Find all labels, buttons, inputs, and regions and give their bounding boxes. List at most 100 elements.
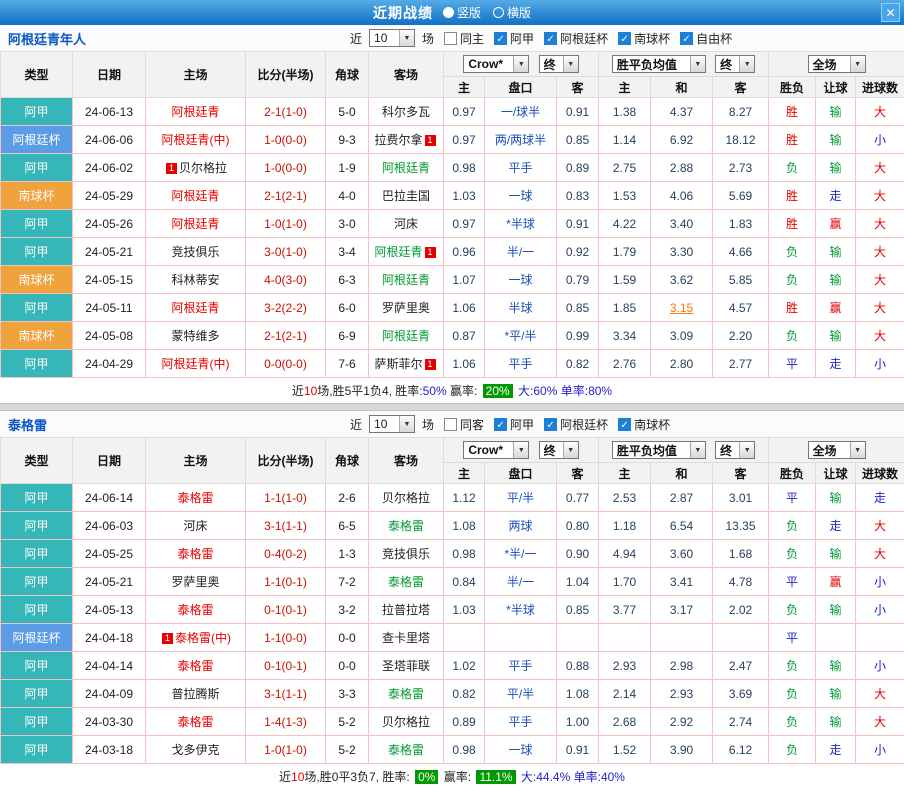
summary-part: 60% [533, 384, 557, 398]
europe-odds-away: 4.57 [713, 294, 769, 322]
team-name: 普拉腾斯 [171, 687, 219, 701]
europe-final-select[interactable]: 终▼ [715, 55, 755, 73]
league-type: 阿甲 [1, 484, 73, 512]
europe-odds-away: 1.83 [713, 210, 769, 238]
match-corners: 1-9 [326, 154, 369, 182]
asia-odds-home: 0.98 [444, 540, 485, 568]
checkbox-unchecked-icon[interactable] [444, 418, 457, 431]
col-home: 主场 [146, 52, 246, 98]
league-type: 阿甲 [1, 568, 73, 596]
filter-checkbox-同客[interactable]: 同客 [444, 416, 484, 433]
result-handicap: 输 [816, 652, 856, 680]
checkbox-checked-icon[interactable]: ✓ [618, 32, 631, 45]
table-row: 阿根廷杯24-06-06阿根廷青(中)1-0(0-0)9-3拉费尔拿10.97两… [1, 126, 904, 154]
scope-select[interactable]: 全场▼ [808, 441, 866, 459]
team-name: 阿根廷青 [171, 301, 219, 315]
asia-odds-away: 0.92 [557, 238, 599, 266]
result-winlose: 负 [769, 652, 816, 680]
chevron-down-icon: ▼ [850, 56, 865, 72]
result-goals: 小 [856, 652, 904, 680]
near-label: 近 [350, 416, 362, 433]
asia-odds-away: 0.85 [557, 596, 599, 624]
filter-checkbox-阿根廷杯[interactable]: ✓阿根廷杯 [544, 416, 608, 433]
match-corners: 3-0 [326, 210, 369, 238]
odds-provider-select[interactable]: Crow*▼ [463, 441, 529, 459]
checkbox-checked-icon[interactable]: ✓ [618, 418, 631, 431]
europe-odds-home: 1.53 [599, 182, 651, 210]
filter-checkbox-阿甲[interactable]: ✓阿甲 [494, 416, 534, 433]
europe-odds-home: 1.38 [599, 98, 651, 126]
odds-final-select[interactable]: 终▼ [539, 441, 579, 459]
filter-checkbox-阿根廷杯[interactable]: ✓阿根廷杯 [544, 30, 608, 47]
europe-odds-home: 2.53 [599, 484, 651, 512]
chevron-down-icon: ▼ [563, 56, 578, 72]
table-row: 阿甲24-04-29阿根廷青(中)0-0(0-0)7-6萨斯菲尔11.06平手0… [1, 350, 904, 378]
filter-checkbox-南球杯[interactable]: ✓南球杯 [618, 416, 670, 433]
team-title: 泰格雷 [8, 415, 47, 434]
europe-odds-draw: 3.62 [651, 266, 713, 294]
checkbox-unchecked-icon[interactable] [444, 32, 457, 45]
match-date: 24-04-14 [73, 652, 146, 680]
match-date: 24-06-03 [73, 512, 146, 540]
checkbox-checked-icon[interactable]: ✓ [544, 32, 557, 45]
team-name: 查卡里塔 [382, 631, 430, 645]
checkbox-checked-icon[interactable]: ✓ [680, 32, 693, 45]
europe-odds-draw: 2.93 [651, 680, 713, 708]
europe-final-select[interactable]: 终▼ [715, 441, 755, 459]
summary-part: 场,胜5平1负4, 胜率: [317, 382, 422, 399]
odds-provider-select[interactable]: Crow*▼ [463, 55, 529, 73]
europe-odds-away: 8.27 [713, 98, 769, 126]
asia-odds-home: 0.96 [444, 238, 485, 266]
europe-mean-select[interactable]: 胜平负均值▼ [612, 441, 706, 459]
away-team: 贝尔格拉 [369, 708, 444, 736]
filter-checkbox-南球杯[interactable]: ✓南球杯 [618, 30, 670, 47]
result-goals: 大 [856, 238, 904, 266]
col-eu-draw: 和 [651, 463, 713, 484]
europe-odds-draw: 2.80 [651, 350, 713, 378]
filter-checkbox-同主[interactable]: 同主 [444, 30, 484, 47]
asia-handicap: 两/两球半 [485, 126, 557, 154]
team-name: 泰格雷 [177, 603, 213, 617]
checkbox-checked-icon[interactable]: ✓ [544, 418, 557, 431]
result-goals: 大 [856, 512, 904, 540]
layout-radio-group: 竖版 横版 [443, 4, 531, 21]
asia-odds-away: 0.79 [557, 266, 599, 294]
summary-part: 单率: [570, 768, 601, 785]
result-winlose: 平 [769, 484, 816, 512]
match-score: 3-0(1-0) [246, 238, 326, 266]
col-handicap-result: 让球 [816, 463, 856, 484]
home-team: 竞技俱乐 [146, 238, 246, 266]
checkbox-checked-icon[interactable]: ✓ [494, 32, 507, 45]
away-team: 河床 [369, 210, 444, 238]
chevron-down-icon: ▼ [739, 442, 754, 458]
scope-select[interactable]: 全场▼ [808, 55, 866, 73]
europe-mean-select[interactable]: 胜平负均值▼ [612, 55, 706, 73]
asia-odds-home: 1.08 [444, 512, 485, 540]
near-label: 近 [350, 30, 362, 47]
checkbox-checked-icon[interactable]: ✓ [494, 418, 507, 431]
filter-checkbox-自由杯[interactable]: ✓自由杯 [680, 30, 732, 47]
result-goals: 小 [856, 568, 904, 596]
match-count-select[interactable]: 10 ▼ [369, 29, 415, 47]
radio-horizontal-layout[interactable]: 横版 [493, 4, 531, 21]
filter-checkbox-阿甲[interactable]: ✓阿甲 [494, 30, 534, 47]
odds-final-select[interactable]: 终▼ [539, 55, 579, 73]
col-score: 比分(半场) [246, 438, 326, 484]
matches-tbody-1: 阿甲24-06-14泰格雷1-1(1-0)2-6贝尔格拉1.12平/半0.772… [1, 484, 904, 764]
close-button[interactable]: ✕ [881, 3, 900, 22]
team-name: 圣塔菲联 [382, 659, 430, 673]
table-row: 阿甲24-06-14泰格雷1-1(1-0)2-6贝尔格拉1.12平/半0.772… [1, 484, 904, 512]
result-winlose: 胜 [769, 182, 816, 210]
match-count-select[interactable]: 10 ▼ [369, 415, 415, 433]
asia-odds-away: 0.91 [557, 210, 599, 238]
col-winlose: 胜负 [769, 463, 816, 484]
league-type: 南球杯 [1, 182, 73, 210]
summary-part: 40% [601, 770, 625, 784]
away-team: 泰格雷 [369, 512, 444, 540]
home-team: 泰格雷 [146, 484, 246, 512]
asia-odds-home: 1.12 [444, 484, 485, 512]
section-header: 阿根廷青年人 近 10 ▼ 场 同主✓阿甲✓阿根廷杯✓南球杯✓自由杯 [0, 25, 904, 51]
radio-vertical-layout[interactable]: 竖版 [443, 4, 481, 21]
asia-handicap: 一球 [485, 736, 557, 764]
team-name: 泰格雷 [388, 743, 424, 757]
